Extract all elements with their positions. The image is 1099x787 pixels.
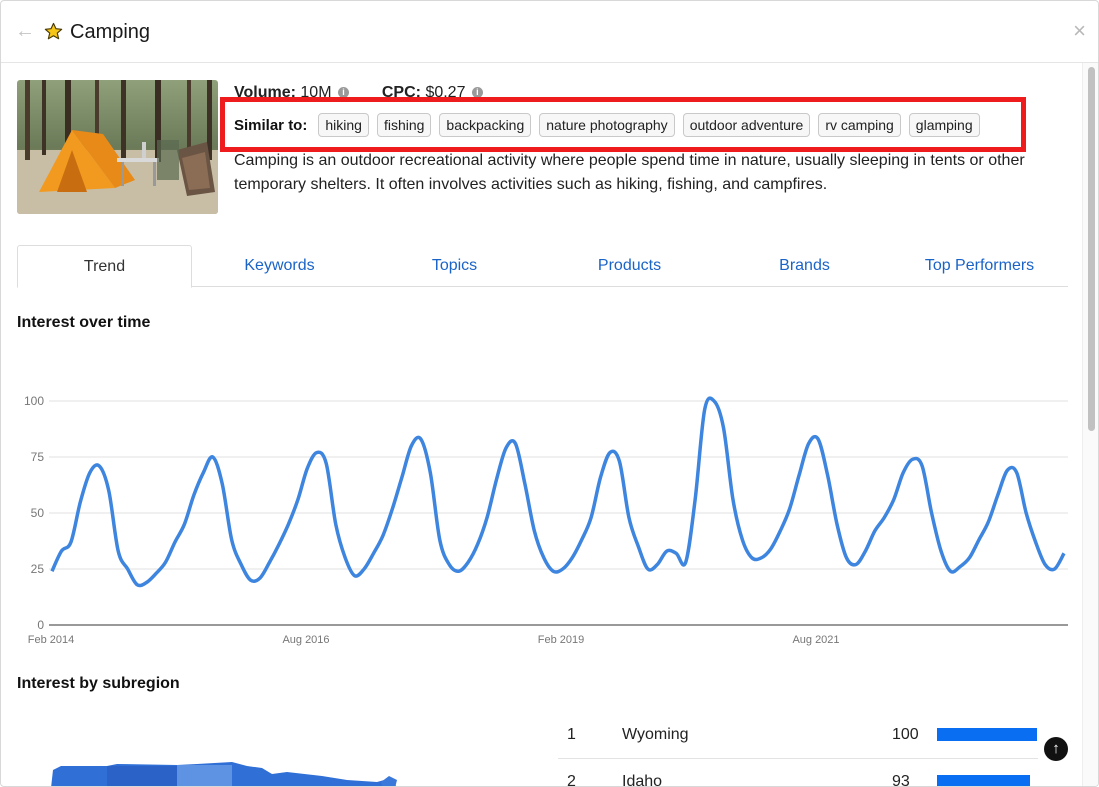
topic-description: Camping is an outdoor recreational activ… bbox=[234, 152, 1025, 193]
tab-topics[interactable]: Topics bbox=[367, 245, 542, 287]
x-tick-label: Feb 2019 bbox=[538, 634, 584, 646]
similar-topics: Similar to: hiking fishing backpacking n… bbox=[234, 113, 980, 137]
topic-image bbox=[17, 80, 218, 214]
tab-products[interactable]: Products bbox=[542, 245, 717, 287]
star-icon[interactable] bbox=[44, 22, 63, 41]
y-tick-label: 50 bbox=[31, 506, 45, 520]
tab-top-performers[interactable]: Top Performers bbox=[892, 245, 1067, 287]
us-map bbox=[51, 762, 397, 786]
scrollbar-thumb[interactable] bbox=[1088, 67, 1095, 431]
region-value: 100 bbox=[892, 726, 919, 743]
arrow-left-icon[interactable]: ← bbox=[15, 19, 37, 43]
trend-chart: 0 25 50 75 100 Feb 2014 Aug 2016 Feb 2019 Aug 20… bbox=[24, 394, 1068, 646]
y-tick-label: 25 bbox=[31, 562, 45, 576]
x-tick-label: Aug 2021 bbox=[792, 634, 839, 646]
rank-number: 1 bbox=[567, 726, 576, 743]
close-icon[interactable]: × bbox=[1073, 19, 1086, 43]
x-tick-label: Aug 2016 bbox=[282, 634, 329, 646]
region-name: Idaho bbox=[622, 773, 663, 787]
similar-label: Similar to: bbox=[234, 116, 308, 134]
similar-chip[interactable]: fishing bbox=[376, 113, 432, 137]
similar-chip[interactable]: nature photography bbox=[539, 113, 675, 137]
x-tick-label: Feb 2014 bbox=[28, 634, 74, 646]
tab-keywords[interactable]: Keywords bbox=[192, 245, 367, 287]
page-title: Camping bbox=[70, 21, 151, 43]
y-tick-label: 75 bbox=[31, 450, 45, 464]
tab-trend[interactable]: Trend bbox=[17, 245, 192, 288]
region-bar bbox=[937, 775, 1030, 786]
region-value: 93 bbox=[892, 773, 910, 787]
table-row[interactable]: 2 Idaho 93 bbox=[558, 759, 1038, 787]
similar-chip[interactable]: outdoor adventure bbox=[682, 113, 811, 137]
interest-over-time-title: Interest over time bbox=[17, 314, 151, 331]
similar-chip[interactable]: rv camping bbox=[818, 113, 901, 137]
trend-line bbox=[50, 396, 1066, 588]
y-tick-label: 100 bbox=[24, 394, 44, 408]
dialog-window: ← Camping × Volume: 10M i CPC: $0.27 i S… bbox=[0, 0, 1099, 787]
tab-brands[interactable]: Brands bbox=[717, 245, 892, 287]
similar-chip[interactable]: glamping bbox=[908, 113, 980, 137]
similar-chip[interactable]: hiking bbox=[318, 113, 369, 137]
interest-by-subregion-title: Interest by subregion bbox=[17, 675, 180, 692]
similar-chip[interactable]: backpacking bbox=[439, 113, 532, 137]
scroll-to-top-icon[interactable]: ↑ bbox=[1044, 737, 1068, 761]
region-name: Wyoming bbox=[622, 726, 689, 743]
y-tick-label: 0 bbox=[37, 618, 44, 632]
table-row[interactable]: 1 Wyoming 100 bbox=[558, 712, 1038, 758]
dialog-header: ← Camping × bbox=[1, 1, 1098, 63]
tab-bar: Trend Keywords Topics Products Brands To… bbox=[17, 245, 1068, 288]
region-bar bbox=[937, 728, 1037, 741]
rank-number: 2 bbox=[567, 773, 576, 787]
